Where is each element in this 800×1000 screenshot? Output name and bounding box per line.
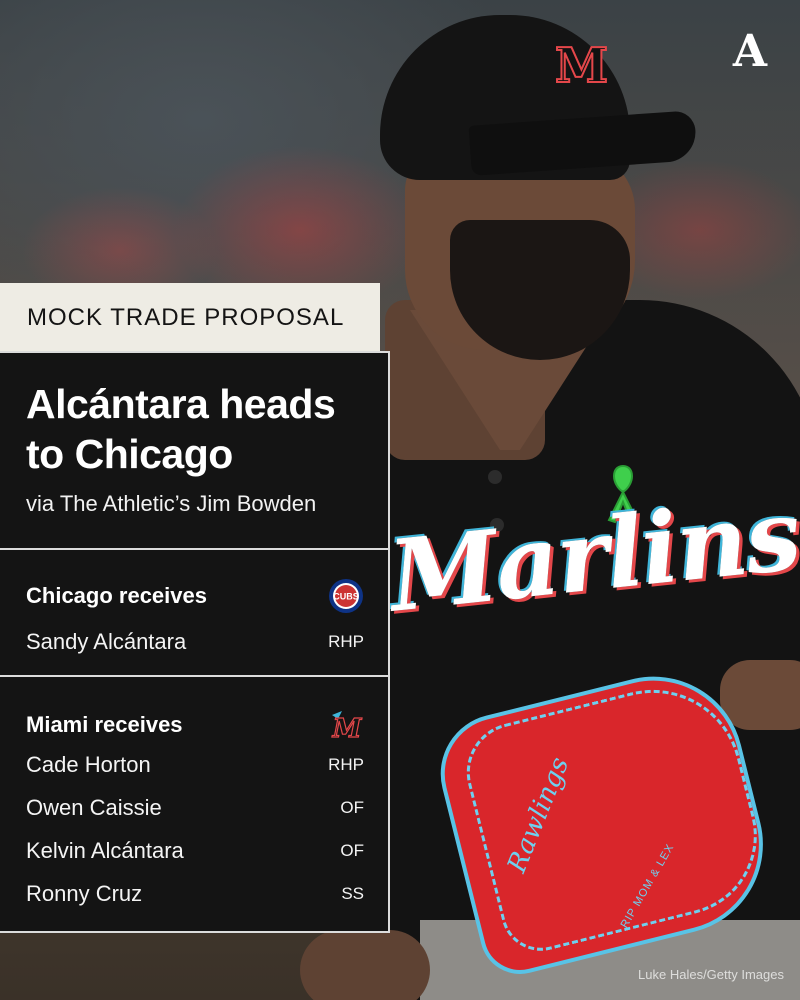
byline: via The Athletic’s Jim Bowden: [26, 491, 317, 516]
cap-logo: M: [554, 37, 609, 95]
marlins-logo-text: M: [332, 714, 363, 743]
miami-panel: Miami receives M Cade Horton RHP Owen Ca…: [0, 675, 390, 933]
player-name: Ronny Cruz: [26, 880, 143, 906]
the-athletic-logo: A: [732, 26, 768, 77]
player-row: Sandy Alcántara RHP: [26, 620, 364, 663]
jersey-button: [488, 470, 502, 484]
player-position: RHP: [328, 631, 364, 651]
player-row: Owen Caissie OF: [26, 786, 364, 829]
player-position: SS: [341, 883, 364, 903]
cubs-logo-text: CUBS: [333, 592, 359, 602]
title-panel: Alcántara heads to Chicago via The Athle…: [0, 351, 390, 550]
headline-line-1: Alcántara heads: [26, 381, 336, 427]
player-position: OF: [340, 840, 364, 860]
player-name: Kelvin Alcántara: [26, 837, 184, 863]
player-position: RHP: [328, 754, 364, 774]
player-row: Ronny Cruz SS: [26, 872, 364, 915]
chicago-heading: Chicago receives: [26, 583, 207, 608]
player-row: Kelvin Alcántara OF: [26, 829, 364, 872]
proposal-label: MOCK TRADE PROPOSAL: [0, 283, 380, 353]
marlins-logo-icon: M: [328, 707, 364, 743]
player-row: Cade Horton RHP: [26, 743, 364, 786]
player-position: OF: [340, 797, 364, 817]
player-name: Owen Caissie: [26, 794, 162, 820]
chicago-header: Chicago receives CUBS: [26, 578, 364, 614]
headline-line-2: to Chicago: [26, 431, 233, 477]
proposal-label-text: MOCK TRADE PROPOSAL: [27, 304, 345, 331]
player-name: Sandy Alcántara: [26, 628, 187, 654]
hand: [300, 930, 430, 1000]
arm: [720, 660, 800, 730]
miami-heading: Miami receives: [26, 712, 183, 737]
player-name: Cade Horton: [26, 751, 151, 777]
miami-header: Miami receives M: [26, 707, 364, 743]
photo-credit: Luke Hales/Getty Images: [638, 967, 784, 982]
chicago-panel: Chicago receives CUBS Sandy Alcántara RH…: [0, 548, 390, 677]
headline: Alcántara heads to Chicago: [26, 379, 388, 479]
cubs-logo-icon: CUBS: [328, 578, 364, 614]
